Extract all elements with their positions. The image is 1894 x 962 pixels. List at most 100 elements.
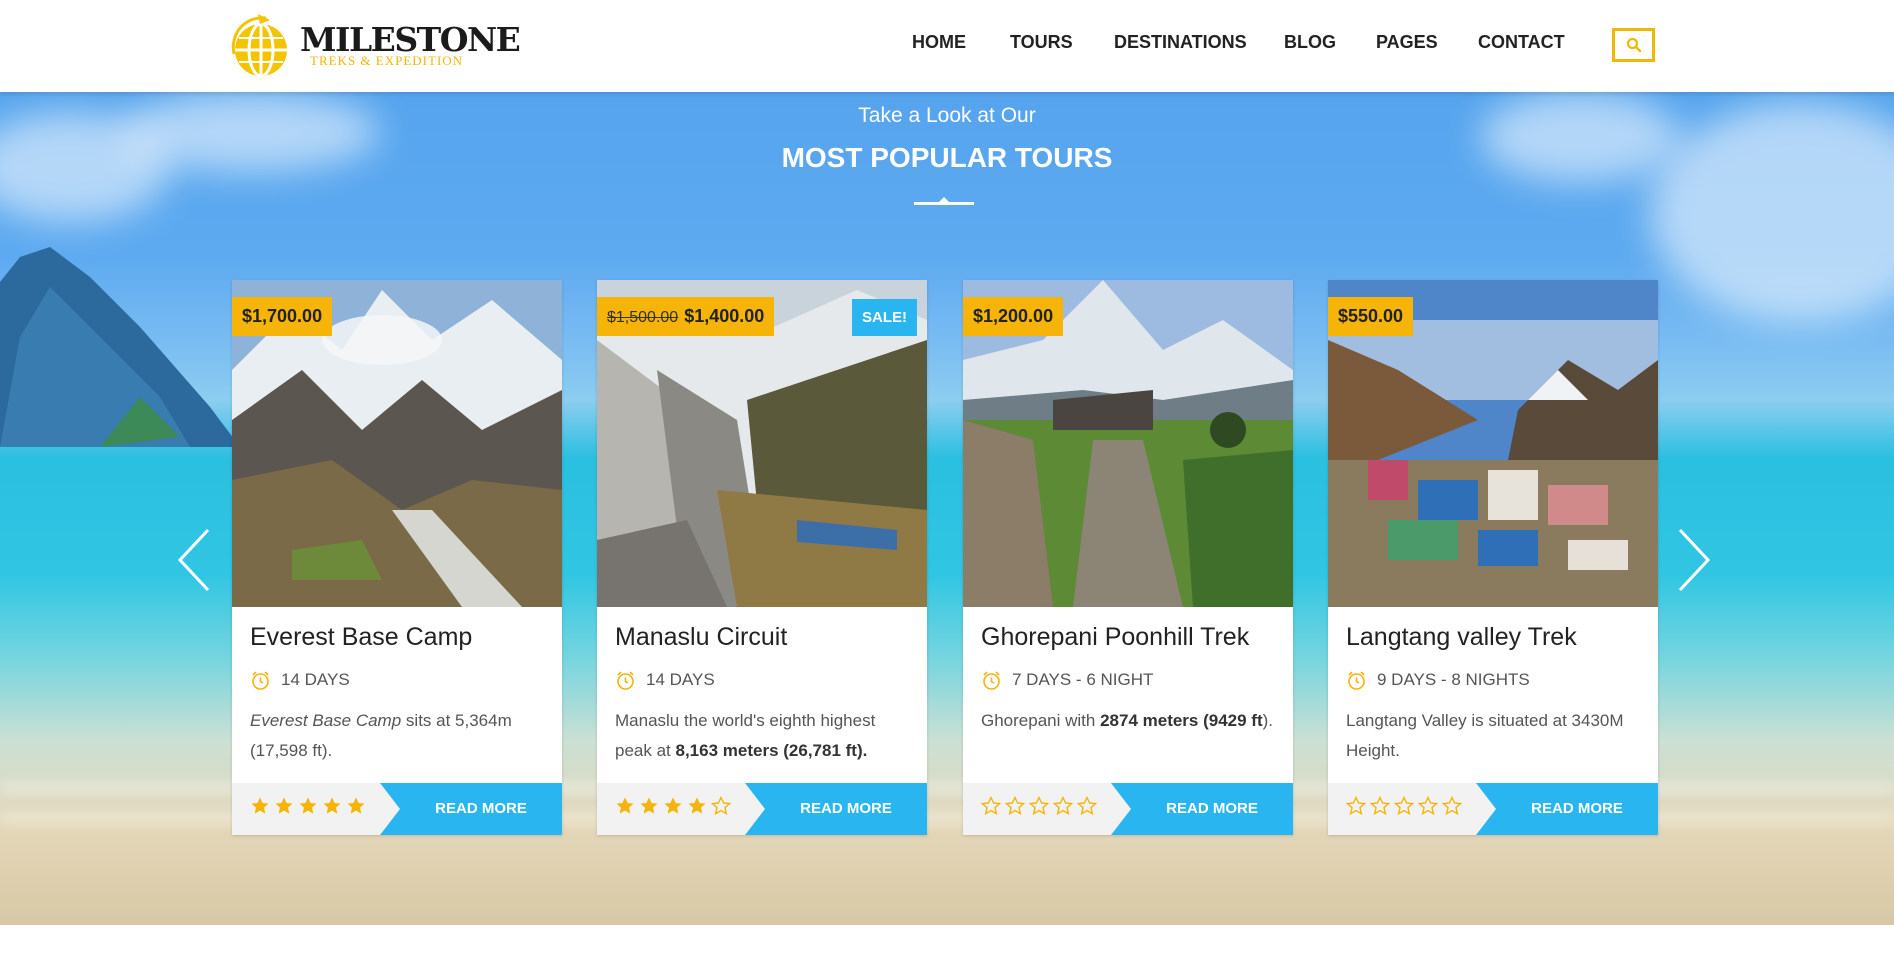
star-empty-icon: [1029, 796, 1049, 816]
read-more-label: READ MORE: [1166, 800, 1258, 817]
nav-pages[interactable]: PAGES: [1376, 32, 1438, 53]
star-empty-icon: [1077, 796, 1097, 816]
tour-description: Langtang Valley is situated at 3430M Hei…: [1346, 706, 1646, 766]
star-empty-icon: [1370, 796, 1390, 816]
desc-part: ).: [1262, 711, 1274, 730]
button-notch: [380, 783, 400, 835]
card-footer: READ MORE: [232, 783, 562, 835]
rating-stars: [250, 796, 370, 820]
chevron-right-icon[interactable]: [1676, 528, 1712, 592]
nav-destinations[interactable]: DESTINATIONS: [1114, 32, 1247, 53]
price: $1,200.00: [973, 306, 1054, 326]
tour-image[interactable]: $1,200.00: [963, 280, 1293, 607]
read-more-button[interactable]: READ MORE: [380, 783, 562, 835]
star-filled-icon: [251, 797, 269, 814]
tour-image[interactable]: $1,500.00 $1,400.00 SALE!: [597, 280, 927, 607]
card-footer: READ MORE: [597, 783, 927, 835]
price: $550.00: [1338, 306, 1404, 326]
search-icon: [1626, 37, 1641, 53]
mountain-illustration: [0, 247, 240, 447]
rating-stars: [981, 796, 1101, 820]
duration-text: 14 DAYS: [281, 670, 350, 689]
clock-icon: [1348, 670, 1365, 690]
star-empty-icon: [1394, 796, 1414, 816]
old-price: $1,500.00: [607, 309, 679, 326]
star-empty-icon: [1346, 796, 1366, 816]
clock-icon: [617, 670, 634, 690]
nav-home[interactable]: HOME: [912, 32, 966, 53]
tour-title[interactable]: Langtang valley Trek: [1346, 623, 1577, 652]
tour-description: Everest Base Camp sits at 5,364m (17,598…: [250, 706, 550, 766]
tour-description: Ghorepani with 2874 meters (9429 ft).: [981, 706, 1281, 736]
clock-icon: [252, 670, 269, 690]
tour-image[interactable]: $550.00: [1328, 280, 1658, 607]
price-tag: $1,700.00: [232, 297, 333, 336]
star-empty-icon: [1442, 796, 1462, 816]
read-more-button[interactable]: READ MORE: [1476, 783, 1658, 835]
star-empty-icon: [1053, 796, 1073, 816]
star-filled-icon: [664, 797, 682, 814]
read-more-button[interactable]: READ MORE: [745, 783, 927, 835]
site-logo[interactable]: MILESTONE TREKS & EXPEDITION: [230, 14, 521, 78]
section-subtitle: Take a Look at Our: [858, 104, 1036, 127]
logo-tagline: TREKS & EXPEDITION: [310, 53, 464, 68]
star-filled-icon: [688, 797, 706, 814]
nav-tours[interactable]: TOURS: [1010, 32, 1073, 53]
price-tag: $1,200.00: [963, 297, 1064, 336]
star-empty-icon: [981, 796, 1001, 816]
star-filled-icon: [640, 797, 658, 814]
desc-part: 8,163 meters (26,781 ft).: [675, 741, 868, 760]
tour-card: $1,700.00 Everest Base Camp 14 DAYS Ever…: [232, 280, 562, 835]
tour-card: $1,200.00 Ghorepani Poonhill Trek 7 DAYS…: [963, 280, 1293, 835]
tour-duration: 14 DAYS: [615, 668, 715, 692]
tour-title[interactable]: Everest Base Camp: [250, 623, 472, 652]
nav-blog[interactable]: BLOG: [1284, 32, 1336, 53]
card-footer: READ MORE: [963, 783, 1293, 835]
site-header: MILESTONE TREKS & EXPEDITION HOME TOURS …: [0, 0, 1894, 92]
read-more-button[interactable]: READ MORE: [1111, 783, 1293, 835]
tour-duration: 14 DAYS: [250, 668, 350, 692]
sale-badge: SALE!: [852, 299, 917, 336]
duration-text: 14 DAYS: [646, 670, 715, 689]
tour-duration: 9 DAYS - 8 NIGHTS: [1346, 668, 1530, 692]
star-filled-icon: [616, 797, 634, 814]
nav-contact[interactable]: CONTACT: [1478, 32, 1565, 53]
read-more-label: READ MORE: [1531, 800, 1623, 817]
star-filled-icon: [275, 797, 293, 814]
desc-part: 2874 meters (9429 ft: [1100, 711, 1263, 730]
price: $1,400.00: [684, 306, 765, 326]
read-more-label: READ MORE: [800, 800, 892, 817]
price-tag: $550.00: [1328, 297, 1414, 336]
star-empty-icon: [1418, 796, 1438, 816]
duration-text: 7 DAYS - 6 NIGHT: [1012, 670, 1154, 689]
tour-duration: 7 DAYS - 6 NIGHT: [981, 668, 1153, 692]
title-divider-notch: [938, 197, 950, 203]
star-empty-icon: [1005, 796, 1025, 816]
button-notch: [1476, 783, 1496, 835]
tour-image[interactable]: $1,700.00: [232, 280, 562, 607]
star-empty-icon: [711, 796, 731, 816]
desc-part: Ghorepani with: [981, 711, 1101, 730]
rating-stars: [1346, 796, 1466, 820]
tour-card: $1,500.00 $1,400.00 SALE! Manaslu Circuit…: [597, 280, 927, 835]
button-notch: [1111, 783, 1131, 835]
read-more-label: READ MORE: [435, 800, 527, 817]
tour-title[interactable]: Ghorepani Poonhill Trek: [981, 623, 1249, 652]
clock-icon: [983, 670, 1000, 690]
star-filled-icon: [299, 797, 317, 814]
search-button[interactable]: [1612, 28, 1655, 62]
rating-stars: [615, 796, 735, 820]
duration-text: 9 DAYS - 8 NIGHTS: [1377, 670, 1530, 689]
chevron-left-icon[interactable]: [176, 528, 212, 592]
price: $1,700.00: [242, 306, 323, 326]
globe-plane-icon: [231, 14, 287, 78]
cloud: [1650, 102, 1894, 322]
section-title: MOST POPULAR TOURS: [781, 142, 1113, 173]
tour-title[interactable]: Manaslu Circuit: [615, 623, 787, 652]
price-tag: $1,500.00 $1,400.00: [597, 297, 775, 336]
button-notch: [745, 783, 765, 835]
star-filled-icon: [347, 797, 365, 814]
tour-card: $550.00 Langtang valley Trek 9 DAYS - 8 …: [1328, 280, 1658, 835]
desc-part: Everest Base Camp: [250, 711, 402, 730]
tour-description: Manaslu the world's eighth highest peak …: [615, 706, 915, 766]
